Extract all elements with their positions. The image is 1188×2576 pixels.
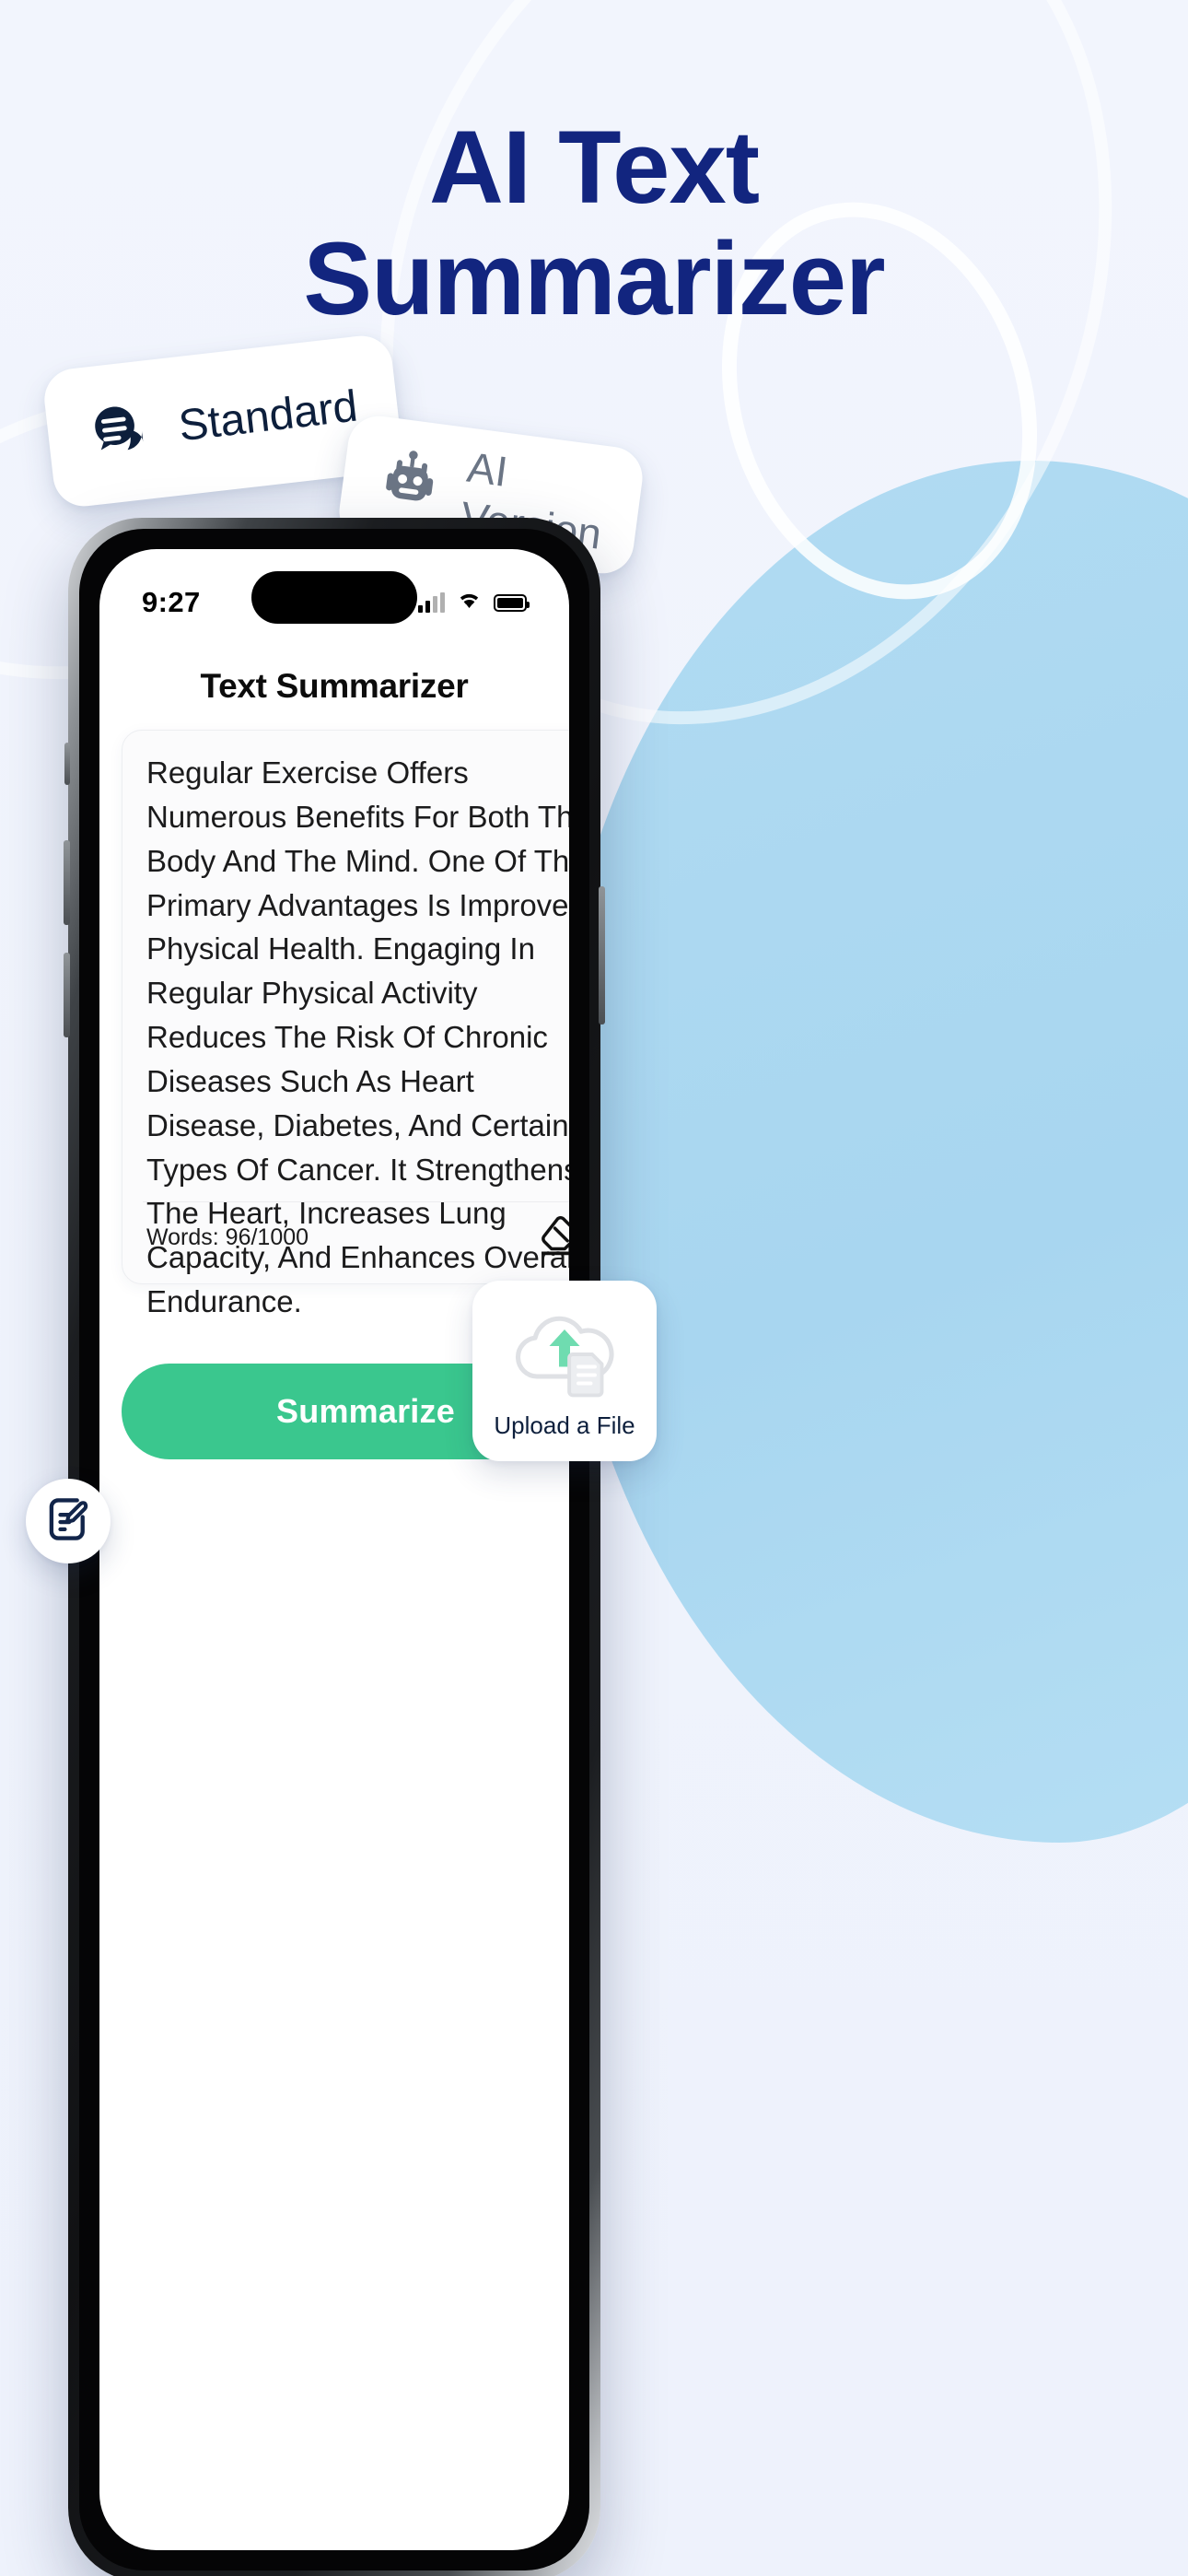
screenshot-root: AI Text Summarizer Standard AI 9:27 Text… [0,0,1188,2576]
cloud-upload-document-icon [507,1302,623,1406]
upload-a-file-card[interactable]: Upload a File [472,1281,657,1461]
volume-up-button[interactable] [64,840,70,925]
document-edit-icon [41,1493,95,1551]
chat-bubble-lines-icon [79,391,159,474]
status-time: 9:27 [142,586,201,618]
battery-icon [494,593,530,612]
phone-mockup: 9:27 Text Summarizer Regular Exercise Of… [64,518,605,2576]
silence-switch[interactable] [64,743,70,785]
app-title: Text Summarizer [200,667,469,705]
volume-down-button[interactable] [64,953,70,1037]
badge-standard-label: Standard [176,381,360,451]
document-edit-fab[interactable] [26,1479,111,1563]
divider [143,1200,569,1202]
page-title: AI Text Summarizer [303,110,885,336]
dynamic-island [251,571,417,624]
phone-screen: 9:27 Text Summarizer Regular Exercise Of… [99,549,569,2550]
power-button[interactable] [599,886,605,1025]
editor-footer: Words: 96/1000 [146,1208,569,1267]
status-icons [418,591,530,615]
phone-frame: 9:27 Text Summarizer Regular Exercise Of… [64,518,605,2576]
summarize-button-label: Summarize [276,1392,455,1430]
upload-a-file-label: Upload a File [494,1411,635,1439]
robot-icon [370,442,449,525]
word-count-label: Words: 96/1000 [146,1224,309,1250]
phone-bezel: 9:27 Text Summarizer Regular Exercise Of… [79,529,589,2570]
eraser-icon[interactable] [537,1214,569,1261]
text-input-card[interactable]: Regular Exercise Offers Numerous Benefit… [122,730,569,1318]
cellular-signal-icon [418,592,445,613]
wifi-icon [457,591,482,615]
